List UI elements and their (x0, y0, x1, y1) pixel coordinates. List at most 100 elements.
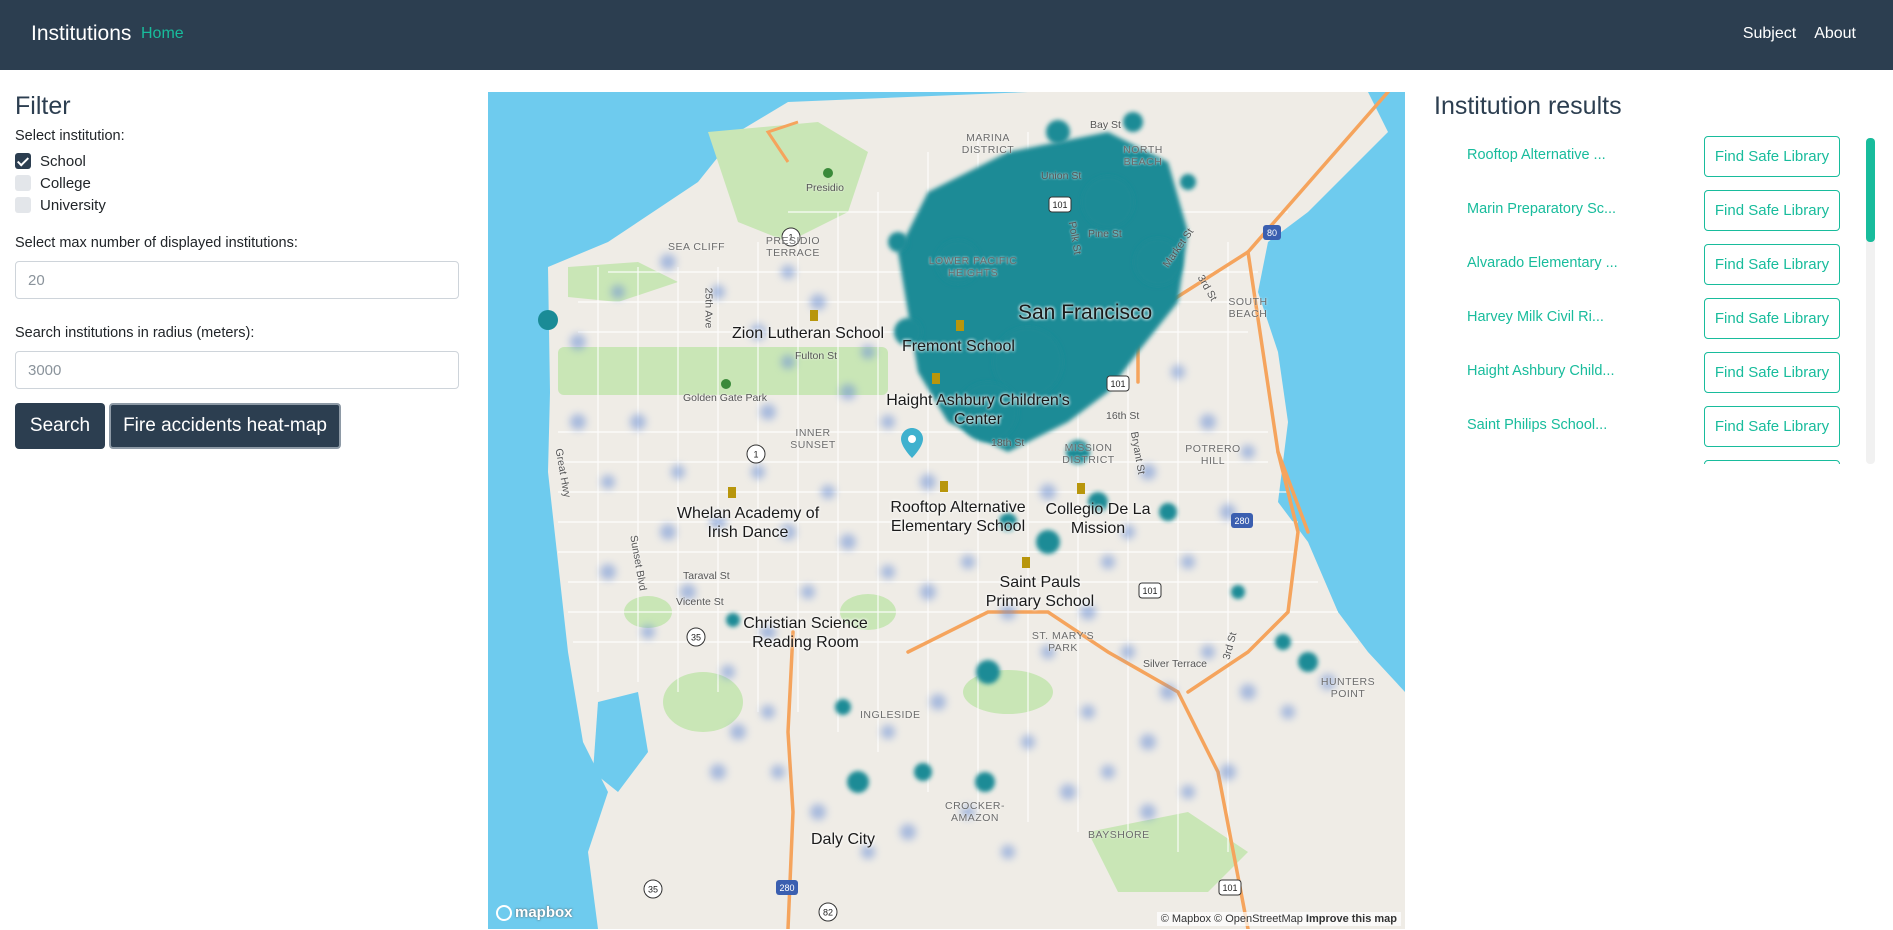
street-16th-st: 16th St (1106, 410, 1140, 422)
result-name[interactable]: Harvey Milk Civil Ri... (1467, 309, 1604, 325)
district-ingleside: INGLESIDE (860, 709, 921, 721)
option-college[interactable]: College (15, 172, 459, 194)
street-union-st: Union St (1041, 170, 1082, 182)
mapbox-logo[interactable]: mapbox (496, 904, 573, 921)
radius-label: Search institutions in radius (meters): (15, 325, 255, 341)
map-label-collegio[interactable]: Collegio De La Mission (1033, 500, 1163, 538)
find-safe-library-button-partial[interactable] (1704, 460, 1840, 464)
district-sea-cliff: SEA CLIFF (668, 241, 726, 253)
map-attribution: © Mapbox © OpenStreetMap Improve this ma… (1156, 912, 1401, 926)
map-label-haight-ashbury[interactable]: Haight Ashbury Children's Center (878, 391, 1078, 429)
street-bay-st: Bay St (1090, 119, 1121, 131)
filter-buttons: Search Fire accidents heat-map (15, 403, 459, 449)
result-name[interactable]: Marin Preparatory Sc... (1467, 201, 1616, 217)
results-scrollbar[interactable] (1866, 138, 1875, 464)
district-south-beach: SOUTH BEACH (1228, 296, 1268, 320)
school-checkbox[interactable] (15, 153, 31, 169)
shield-101-label: 101 (1052, 200, 1067, 210)
university-checkbox[interactable] (15, 197, 31, 213)
results-scrollbar-thumb[interactable] (1866, 138, 1875, 242)
result-name[interactable]: Saint Philips School... (1467, 417, 1607, 433)
street-taraval-st: Taraval St (683, 570, 730, 582)
shield-80-label: 80 (1267, 228, 1277, 238)
district-inner-sunset: INNER SUNSET (790, 427, 836, 451)
map-label-zion-lutheran: Zion Lutheran School (732, 325, 885, 342)
university-label: University (40, 196, 106, 214)
map-label-fremont[interactable]: Fremont School (902, 337, 1015, 356)
mapbox-logo-text: mapbox (515, 904, 573, 921)
max-institutions-input[interactable]: 20 (15, 261, 459, 299)
result-name[interactable]: Haight Ashbury Child... (1467, 363, 1615, 379)
result-row: Harvey Milk Civil Ri... Find Safe Librar… (1434, 298, 1864, 339)
street-pine-st: Pine St (1088, 228, 1122, 240)
map[interactable]: 1 1 101 101 101 101 80 280 280 35 35 82 (488, 92, 1405, 929)
shield-101-south-label: 101 (1142, 586, 1157, 596)
results-panel: Institution results Rooftop Alternative … (1434, 92, 1879, 464)
nav-home-link[interactable]: Home (141, 25, 184, 43)
map-label-rooftop[interactable]: Rooftop Alternative Elementary School (873, 498, 1043, 536)
district-mission: MISSION DISTRICT (1062, 442, 1115, 466)
district-presidio-terrace: PRESIDIO TERRACE (765, 235, 821, 259)
find-safe-library-button[interactable]: Find Safe Library (1704, 244, 1840, 285)
result-row: Saint Philips School... Find Safe Librar… (1434, 406, 1864, 447)
shield-82-label: 82 (823, 908, 833, 918)
district-lower-pacific-heights: LOWER PACIFIC HEIGHTS (928, 255, 1018, 279)
shield-280-south-label: 280 (779, 883, 794, 893)
radius-input[interactable]: 3000 (15, 351, 459, 389)
map-label-daly-city: Daly City (811, 831, 876, 848)
shield-35-south-label: 35 (648, 885, 658, 895)
result-name[interactable]: Alvarado Elementary ... (1467, 255, 1618, 271)
shield-1-south-label: 1 (753, 450, 758, 460)
improve-map-link[interactable]: Improve this map (1306, 913, 1397, 925)
result-name[interactable]: Rooftop Alternative ... (1467, 147, 1606, 163)
find-safe-library-button[interactable]: Find Safe Library (1704, 190, 1840, 231)
find-safe-library-button[interactable]: Find Safe Library (1704, 136, 1840, 177)
result-row: Alvarado Elementary ... Find Safe Librar… (1434, 244, 1864, 285)
street-fulton-st: Fulton St (795, 350, 838, 362)
filter-title: Filter (15, 92, 71, 120)
option-university[interactable]: University (15, 194, 459, 216)
institution-type-options: School College University (15, 150, 459, 216)
fire-heatmap-button[interactable]: Fire accidents heat-map (109, 403, 341, 449)
nav-subject-link[interactable]: Subject (1743, 25, 1796, 43)
result-row: Rooftop Alternative ... Find Safe Librar… (1434, 136, 1864, 177)
map-label-whelan[interactable]: Whelan Academy of Irish Dance (668, 504, 828, 542)
results-list[interactable]: Rooftop Alternative ... Find Safe Librar… (1434, 136, 1864, 464)
nav-about-link[interactable]: About (1814, 25, 1856, 43)
street-presidio: Presidio (806, 182, 844, 194)
attribution-text[interactable]: © Mapbox © OpenStreetMap (1161, 913, 1303, 925)
college-checkbox[interactable] (15, 175, 31, 191)
district-north-beach: NORTH BEACH (1123, 144, 1163, 168)
find-safe-library-button[interactable]: Find Safe Library (1704, 406, 1840, 447)
district-st-marys-park: ST. MARY'S PARK (1031, 630, 1095, 654)
school-label: School (40, 152, 86, 170)
option-school[interactable]: School (15, 150, 459, 172)
map-label-saint-pauls[interactable]: Saint Pauls Primary School (970, 573, 1110, 611)
district-marina: MARINA DISTRICT (961, 132, 1015, 156)
shield-101-mid-label: 101 (1110, 379, 1125, 389)
street-18th-st: 18th St (991, 437, 1025, 449)
search-button[interactable]: Search (15, 403, 105, 449)
result-row-partial (1434, 460, 1864, 464)
street-silver-terrace: Silver Terrace (1143, 658, 1207, 670)
street-golden-gate-park: Golden Gate Park (683, 392, 768, 404)
max-institutions-label: Select max number of displayed instituti… (15, 235, 298, 251)
shield-35-label: 35 (691, 633, 701, 643)
filter-panel: Filter Select institution: School Colleg… (15, 92, 459, 449)
result-row: Marin Preparatory Sc... Find Safe Librar… (1434, 190, 1864, 231)
district-crocker-amazon: CROCKER-AMAZON (944, 800, 1005, 824)
map-city-label: San Francisco (1018, 301, 1153, 324)
find-safe-library-button[interactable]: Find Safe Library (1704, 298, 1840, 339)
district-hunters-point: HUNTERS POINT (1320, 676, 1376, 700)
result-row: Haight Ashbury Child... Find Safe Librar… (1434, 352, 1864, 393)
selected-location-pin-icon[interactable] (901, 428, 923, 458)
brand-link[interactable]: Institutions (31, 22, 131, 46)
nav-right: Subject About (1743, 25, 1856, 43)
select-institution-label: Select institution: (15, 128, 125, 144)
district-potrero-hill: POTRERO HILL (1185, 443, 1241, 467)
street-25th-ave: 25th Ave (702, 287, 715, 329)
college-label: College (40, 174, 91, 192)
street-vicente-st: Vicente St (676, 596, 724, 608)
map-label-christian-science[interactable]: Christian Science Reading Room (728, 614, 883, 652)
find-safe-library-button[interactable]: Find Safe Library (1704, 352, 1840, 393)
